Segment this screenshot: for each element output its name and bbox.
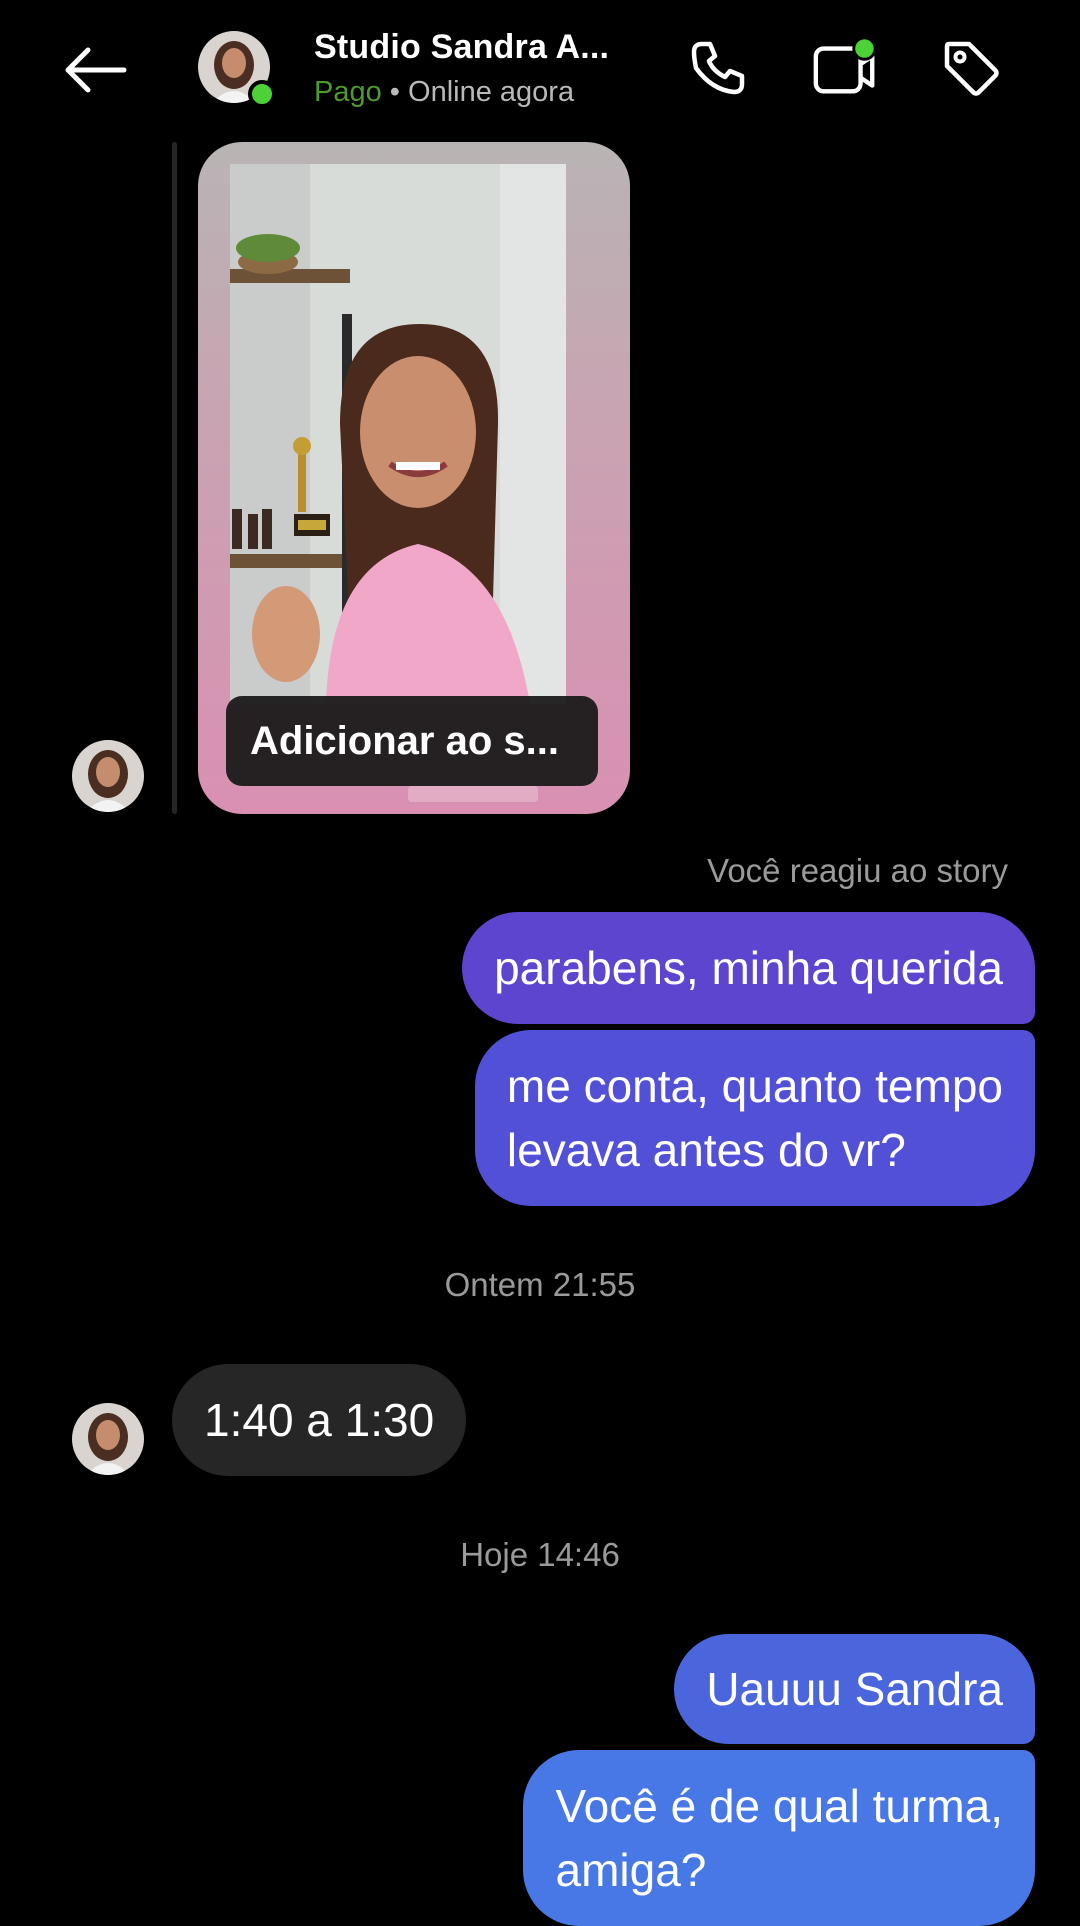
tag-button[interactable] <box>936 36 1006 100</box>
online-label: Online agora <box>408 76 575 108</box>
outgoing-message[interactable]: Uauuu Sandra <box>674 1634 1035 1744</box>
paid-label: Pago <box>314 76 382 108</box>
outgoing-message[interactable]: Você é de qual turma, amiga? <box>523 1750 1035 1926</box>
message-text: Uauuu Sandra <box>706 1663 1003 1715</box>
add-to-story-caption[interactable]: Adicionar ao s... <box>226 696 598 786</box>
story-handle-tag <box>408 786 538 802</box>
outgoing-message[interactable]: me conta, quanto tempo levava antes do v… <box>474 1030 1035 1206</box>
chat-header: Studio Sandra A... Pago • Online agora <box>0 0 1080 140</box>
tag-icon <box>944 41 999 96</box>
sender-avatar[interactable] <box>72 740 144 812</box>
outgoing-message[interactable]: parabens, minha querida <box>462 912 1035 1024</box>
online-status-dot <box>248 80 276 108</box>
arrow-left-icon <box>65 47 127 93</box>
incoming-message[interactable]: 1:40 a 1:30 <box>172 1364 467 1476</box>
call-button[interactable] <box>683 36 753 100</box>
video-call-button[interactable] <box>810 36 880 100</box>
story-video-thumbnail <box>230 164 566 704</box>
story-reaction-note: Você reagiu ao story <box>707 852 1008 889</box>
message-text: parabens, minha querida <box>494 942 1003 994</box>
story-reply-line <box>172 142 177 814</box>
contact-status: Pago • Online agora <box>314 76 574 109</box>
shared-story-card[interactable]: Adicionar ao s... <box>198 142 630 814</box>
video-camera-icon <box>813 36 877 94</box>
phone-icon <box>691 41 745 95</box>
status-separator: • <box>381 76 409 108</box>
timestamp: Ontem 21:55 <box>444 1266 636 1303</box>
sender-avatar[interactable] <box>72 1403 144 1475</box>
message-text-line: Você é de qual turma, <box>555 1780 1003 1832</box>
message-text: 1:40 a 1:30 <box>204 1394 435 1446</box>
message-text-line: me conta, quanto tempo <box>506 1060 1003 1112</box>
message-text-line: levava antes do vr? <box>506 1124 906 1176</box>
message-text-line: amiga? <box>555 1844 707 1896</box>
back-button[interactable] <box>60 40 132 100</box>
timestamp: Hoje 14:46 <box>460 1536 620 1573</box>
contact-name[interactable]: Studio Sandra A... <box>314 28 609 67</box>
